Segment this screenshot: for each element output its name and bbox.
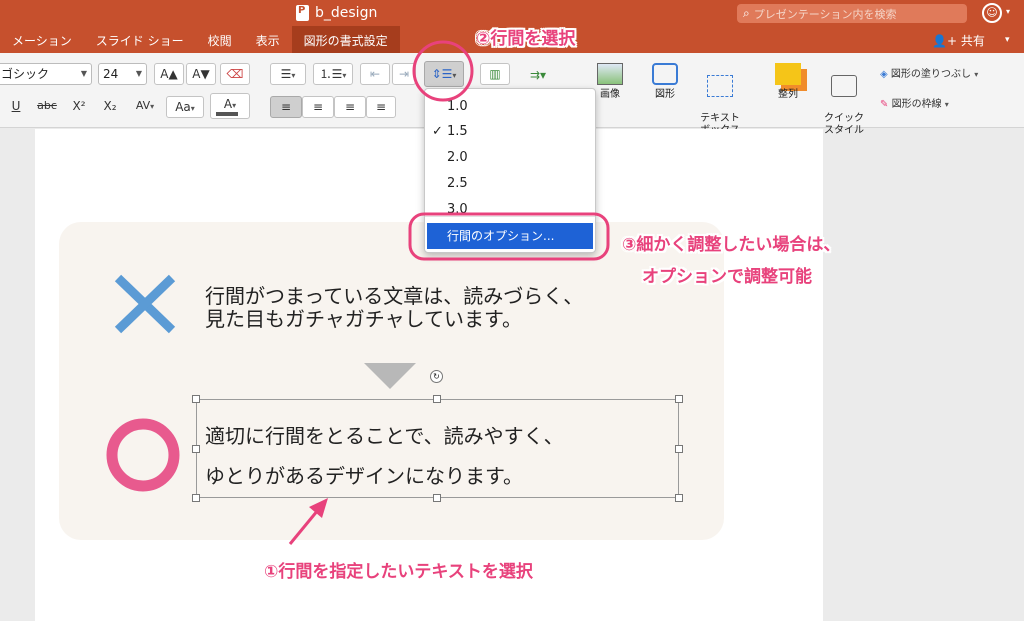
annotation-step1: ①行間を指定したいテキストを選択 — [264, 562, 533, 582]
highlight-box — [408, 212, 610, 261]
arrow-head-icon — [309, 498, 328, 518]
arrow-line — [288, 509, 320, 545]
annotation-step3-line1: ③細かく調整したい場合は、 — [622, 235, 841, 255]
annotation-step2: ②行間を選択 — [476, 29, 576, 49]
annotation-step3-line2: オプションで調整可能 — [642, 267, 812, 287]
highlight-circle — [412, 40, 474, 102]
annotation-layer — [288, 40, 610, 545]
